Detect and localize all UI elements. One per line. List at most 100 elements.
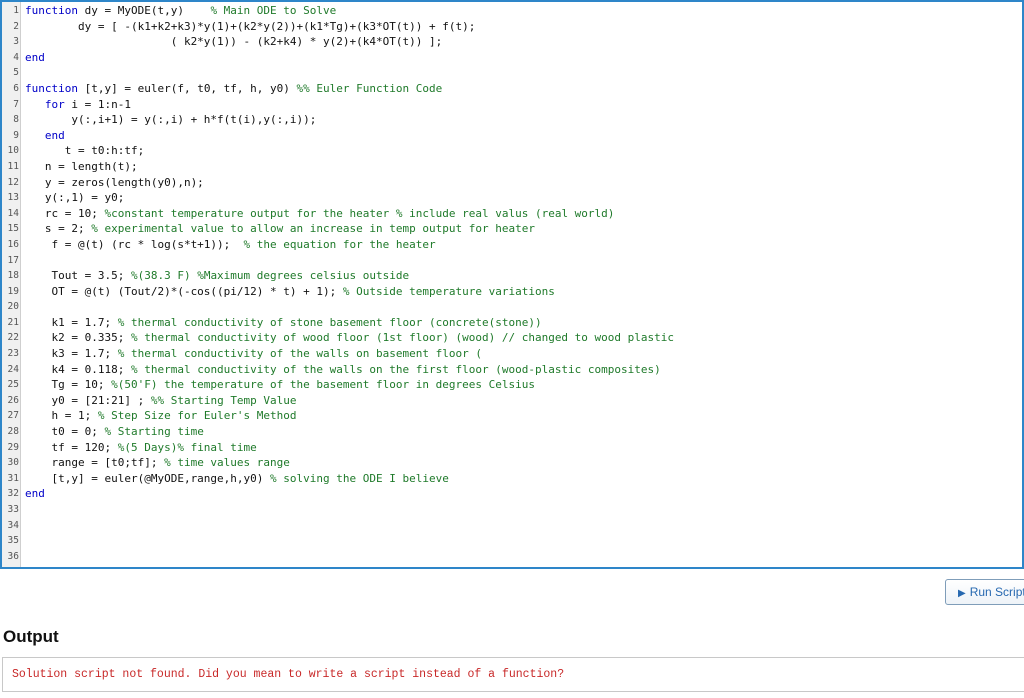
line-number: 15 bbox=[7, 223, 19, 235]
line-number: 33 bbox=[7, 504, 19, 515]
code-text: function dy = MyODE(t,y) % Main ODE to S… bbox=[25, 3, 336, 19]
line-number: 7 bbox=[13, 98, 19, 110]
code-text: k2 = 0.335; % thermal conductivity of wo… bbox=[25, 330, 674, 346]
line-number: 29 bbox=[7, 441, 19, 453]
code-token: h = 1; bbox=[25, 409, 98, 423]
code-line[interactable]: 36 bbox=[2, 549, 1022, 565]
code-line[interactable]: 14 rc = 10; %constant temperature output… bbox=[2, 206, 1022, 222]
line-number: 9 bbox=[13, 129, 19, 141]
code-token: ( k2*y(1)) - (k2+k4) * y(2)+(k4*OT(t)) ]… bbox=[25, 35, 443, 49]
code-token: y(:,i+1) = y(:,i) + h*f(t(i),y(:,i)); bbox=[25, 113, 317, 127]
code-token: tf = 120; bbox=[25, 440, 118, 454]
line-number: 36 bbox=[7, 550, 19, 562]
code-line[interactable]: 19 OT = @(t) (Tout/2)*(-cos((pi/12) * t)… bbox=[2, 284, 1022, 300]
code-line[interactable]: 12 y = zeros(length(y0),n); bbox=[2, 175, 1022, 191]
code-line[interactable]: 5 bbox=[2, 65, 1022, 81]
code-text: end bbox=[25, 486, 45, 502]
line-number: 24 bbox=[7, 363, 19, 375]
line-number: 13 bbox=[7, 192, 19, 204]
code-line[interactable]: 11 n = length(t); bbox=[2, 159, 1022, 175]
line-number: 28 bbox=[7, 426, 19, 438]
code-line[interactable]: 31 [t,y] = euler(@MyODE,range,h,y0) % so… bbox=[2, 471, 1022, 487]
code-line[interactable]: 33 bbox=[2, 502, 1022, 518]
code-text: t0 = 0; % Starting time bbox=[25, 424, 204, 440]
code-line[interactable]: 27 h = 1; % Step Size for Euler's Method bbox=[2, 408, 1022, 424]
line-number: 6 bbox=[13, 82, 19, 94]
code-line[interactable]: 8 y(:,i+1) = y(:,i) + h*f(t(i),y(:,i)); bbox=[2, 112, 1022, 128]
code-comment: % thermal conductivity of stone basement… bbox=[117, 315, 542, 329]
line-number: 11 bbox=[7, 160, 19, 172]
code-line[interactable]: 22 k2 = 0.335; % thermal conductivity of… bbox=[2, 330, 1022, 346]
code-line[interactable]: 21 k1 = 1.7; % thermal conductivity of s… bbox=[2, 315, 1022, 331]
code-line[interactable]: 3 ( k2*y(1)) - (k2+k4) * y(2)+(k4*OT(t))… bbox=[2, 34, 1022, 50]
code-line[interactable]: 32 end bbox=[2, 486, 1022, 502]
code-line[interactable]: 23 k3 = 1.7; % thermal conductivity of t… bbox=[2, 346, 1022, 362]
code-keyword: function bbox=[25, 81, 78, 95]
code-line[interactable]: 20 bbox=[2, 299, 1022, 315]
code-comment: % experimental value to allow an increas… bbox=[91, 222, 535, 236]
code-token: dy = [ -(k1+k2+k3)*y(1)+(k2*y(2))+(k1*Tg… bbox=[25, 19, 476, 33]
error-message: Solution script not found. Did you mean … bbox=[12, 668, 565, 681]
code-text: range = [t0;tf]; % time values range bbox=[25, 455, 290, 471]
code-comment: % Starting time bbox=[104, 425, 204, 439]
code-text: [t,y] = euler(@MyODE,range,h,y0) % solvi… bbox=[25, 471, 448, 487]
code-comment: %% Euler Function Code bbox=[296, 81, 443, 95]
code-line[interactable]: 34 bbox=[2, 518, 1022, 534]
code-text: dy = [ -(k1+k2+k3)*y(1)+(k2*y(2))+(k1*Tg… bbox=[25, 19, 475, 35]
code-line[interactable]: 10 t = t0:h:tf; bbox=[2, 143, 1022, 159]
code-line[interactable]: 25 Tg = 10; %(50'F) the temperature of t… bbox=[2, 377, 1022, 393]
code-line[interactable]: 15 s = 2; % experimental value to allow … bbox=[2, 221, 1022, 237]
line-number: 2 bbox=[13, 20, 19, 32]
code-text: Tout = 3.5; %(38.3 F) %Maximum degrees c… bbox=[25, 268, 409, 284]
code-token: y(:,1) = y0; bbox=[25, 191, 125, 205]
code-text: end bbox=[25, 50, 45, 66]
code-text: k3 = 1.7; % thermal conductivity of the … bbox=[25, 346, 482, 362]
line-number: 12 bbox=[7, 176, 19, 188]
code-line[interactable]: 4 end bbox=[2, 50, 1022, 66]
code-comment: % time values range bbox=[164, 456, 290, 470]
code-line[interactable]: 9 end bbox=[2, 128, 1022, 144]
code-text: y0 = [21:21] ; %% Starting Temp Value bbox=[25, 393, 296, 409]
code-line[interactable]: 30 range = [t0;tf]; % time values range bbox=[2, 455, 1022, 471]
code-line[interactable]: 2 dy = [ -(k1+k2+k3)*y(1)+(k2*y(2))+(k1*… bbox=[2, 19, 1022, 35]
line-number: 20 bbox=[7, 301, 19, 313]
code-line[interactable]: 7 for i = 1:n-1 bbox=[2, 97, 1022, 113]
code-editor[interactable]: 1 function dy = MyODE(t,y) % Main ODE to … bbox=[0, 0, 1024, 569]
code-comment: % thermal conductivity of wood floor (1s… bbox=[130, 331, 675, 345]
line-number: 26 bbox=[7, 394, 19, 406]
line-number: 4 bbox=[13, 51, 19, 63]
code-line[interactable]: 17 bbox=[2, 253, 1022, 269]
code-text: OT = @(t) (Tout/2)*(-cos((pi/12) * t) + … bbox=[25, 284, 554, 300]
code-line[interactable]: 6 function [t,y] = euler(f, t0, tf, h, y0… bbox=[2, 81, 1022, 97]
line-number: 22 bbox=[7, 332, 19, 344]
code-line[interactable]: 28 t0 = 0; % Starting time bbox=[2, 424, 1022, 440]
line-number: 32 bbox=[7, 488, 19, 500]
code-line[interactable]: 1 function dy = MyODE(t,y) % Main ODE to … bbox=[2, 3, 1022, 19]
code-text: n = length(t); bbox=[25, 159, 138, 175]
code-token: f = @(t) (rc * log(s*t+1)); bbox=[25, 237, 244, 251]
code-comment: % thermal conductivity of the walls on b… bbox=[117, 347, 482, 361]
code-line[interactable]: 13 y(:,1) = y0; bbox=[2, 190, 1022, 206]
code-text: t = t0:h:tf; bbox=[25, 143, 144, 159]
code-area[interactable]: 1 function dy = MyODE(t,y) % Main ODE to … bbox=[2, 3, 1022, 564]
line-number: 27 bbox=[7, 410, 19, 422]
line-number: 19 bbox=[7, 285, 19, 297]
code-keyword: end bbox=[25, 487, 45, 501]
code-line[interactable]: 26 y0 = [21:21] ; %% Starting Temp Value bbox=[2, 393, 1022, 409]
line-number: 18 bbox=[7, 270, 19, 282]
code-line[interactable]: 29 tf = 120; %(5 Days)% final time bbox=[2, 440, 1022, 456]
line-number: 17 bbox=[7, 254, 19, 266]
run-script-button[interactable]: ▶ Run Script bbox=[945, 579, 1024, 605]
code-line[interactable]: 18 Tout = 3.5; %(38.3 F) %Maximum degree… bbox=[2, 268, 1022, 284]
code-line[interactable]: 24 k4 = 0.118; % thermal conductivity of… bbox=[2, 362, 1022, 378]
code-line[interactable]: 35 bbox=[2, 533, 1022, 549]
run-script-label: Run Script bbox=[969, 585, 1024, 599]
code-token: [t,y] = euler(@MyODE,range,h,y0) bbox=[25, 471, 271, 485]
code-text: k4 = 0.118; % thermal conductivity of th… bbox=[25, 362, 660, 378]
code-line[interactable]: 16 f = @(t) (rc * log(s*t+1)); % the equ… bbox=[2, 237, 1022, 253]
code-text: h = 1; % Step Size for Euler's Method bbox=[25, 408, 296, 424]
output-panel: Solution script not found. Did you mean … bbox=[2, 657, 1024, 692]
code-comment: % Main ODE to Solve bbox=[210, 4, 337, 17]
